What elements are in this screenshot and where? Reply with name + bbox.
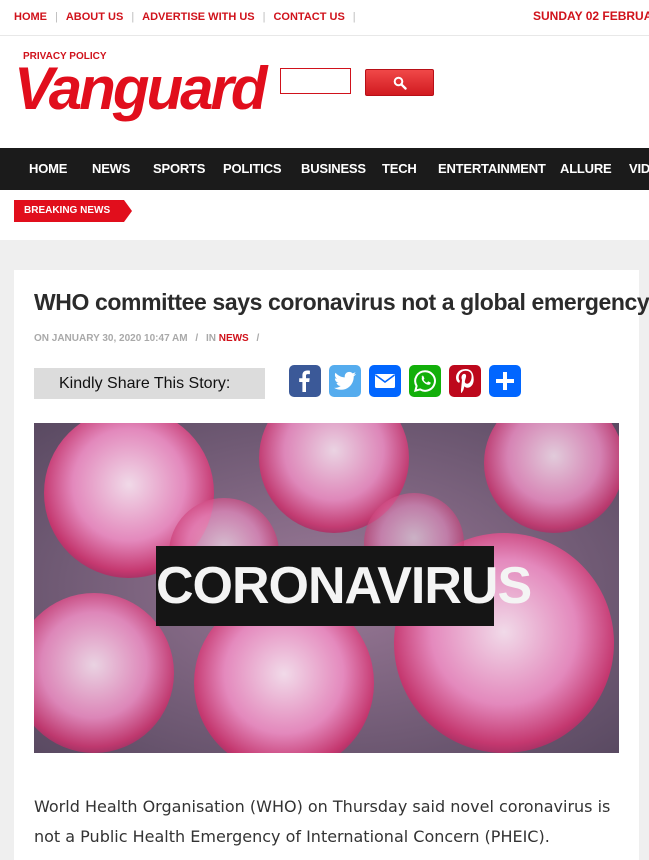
article-date: ON JANUARY 30, 2020 10:47 AM bbox=[34, 333, 188, 344]
top-bar: HOME | ABOUT US | ADVERTISE WITH US | CO… bbox=[0, 0, 649, 36]
facebook-share-button[interactable] bbox=[289, 365, 321, 397]
nav-politics[interactable]: POLITICS bbox=[223, 161, 282, 176]
twitter-share-button[interactable] bbox=[329, 365, 361, 397]
search-input[interactable] bbox=[280, 68, 351, 94]
top-link-about[interactable]: ABOUT US bbox=[66, 11, 123, 23]
share-label: Kindly Share This Story: bbox=[34, 368, 265, 399]
article-body: World Health Organisation (WHO) on Thurs… bbox=[34, 797, 611, 846]
nav-tech[interactable]: TECH bbox=[382, 161, 417, 176]
twitter-icon bbox=[334, 371, 356, 390]
search-button[interactable] bbox=[365, 69, 434, 96]
pinterest-share-button[interactable] bbox=[449, 365, 481, 397]
pinterest-icon bbox=[456, 369, 474, 393]
separator: | bbox=[55, 11, 58, 23]
hero-image-label: CORONAVIRUS bbox=[156, 546, 532, 626]
nav-entertainment[interactable]: ENTERTAINMENT bbox=[438, 161, 546, 176]
share-plus-icon bbox=[496, 372, 514, 390]
vanguard-logo[interactable]: Vanguard bbox=[14, 54, 267, 124]
article-category-link[interactable]: NEWS bbox=[219, 333, 249, 344]
search-icon bbox=[393, 76, 407, 90]
breaking-news-label: BREAKING NEWS bbox=[14, 200, 133, 222]
article-hero-image: CORONAVIRUS bbox=[34, 423, 619, 753]
nav-home[interactable]: HOME bbox=[29, 161, 67, 176]
email-share-button[interactable] bbox=[369, 365, 401, 397]
separator: | bbox=[131, 11, 135, 23]
nav-video[interactable]: VID bbox=[629, 161, 649, 176]
more-share-button[interactable] bbox=[489, 365, 521, 397]
nav-allure[interactable]: ALLURE bbox=[560, 161, 612, 176]
nav-sports[interactable]: SPORTS bbox=[153, 161, 205, 176]
nav-news[interactable]: NEWS bbox=[92, 161, 130, 176]
facebook-icon bbox=[299, 370, 310, 392]
privacy-policy-link[interactable]: PRIVACY POLICY bbox=[23, 51, 107, 62]
article-meta: ON JANUARY 30, 2020 10:47 AM / IN NEWS / bbox=[34, 333, 264, 344]
separator: | bbox=[262, 11, 266, 23]
top-link-home[interactable]: HOME bbox=[14, 11, 47, 23]
nav-business[interactable]: BUSINESS bbox=[301, 161, 366, 176]
top-link-advertise[interactable]: ADVERTISE WITH US bbox=[142, 11, 254, 23]
whatsapp-icon bbox=[414, 370, 436, 392]
article-title: WHO committee says coronavirus not a glo… bbox=[34, 289, 649, 315]
top-links: HOME | ABOUT US | ADVERTISE WITH US | CO… bbox=[14, 11, 364, 23]
main-nav: HOME NEWS SPORTS POLITICS BUSINESS TECH … bbox=[0, 148, 649, 190]
separator: / bbox=[195, 333, 199, 344]
top-link-contact[interactable]: CONTACT US bbox=[273, 11, 344, 23]
current-date: SUNDAY 02 FEBRUARY bbox=[533, 9, 649, 23]
separator: / bbox=[256, 333, 260, 344]
separator: | bbox=[352, 11, 356, 23]
whatsapp-share-button[interactable] bbox=[409, 365, 441, 397]
email-icon bbox=[375, 374, 395, 388]
article-in-label: IN bbox=[205, 333, 216, 344]
